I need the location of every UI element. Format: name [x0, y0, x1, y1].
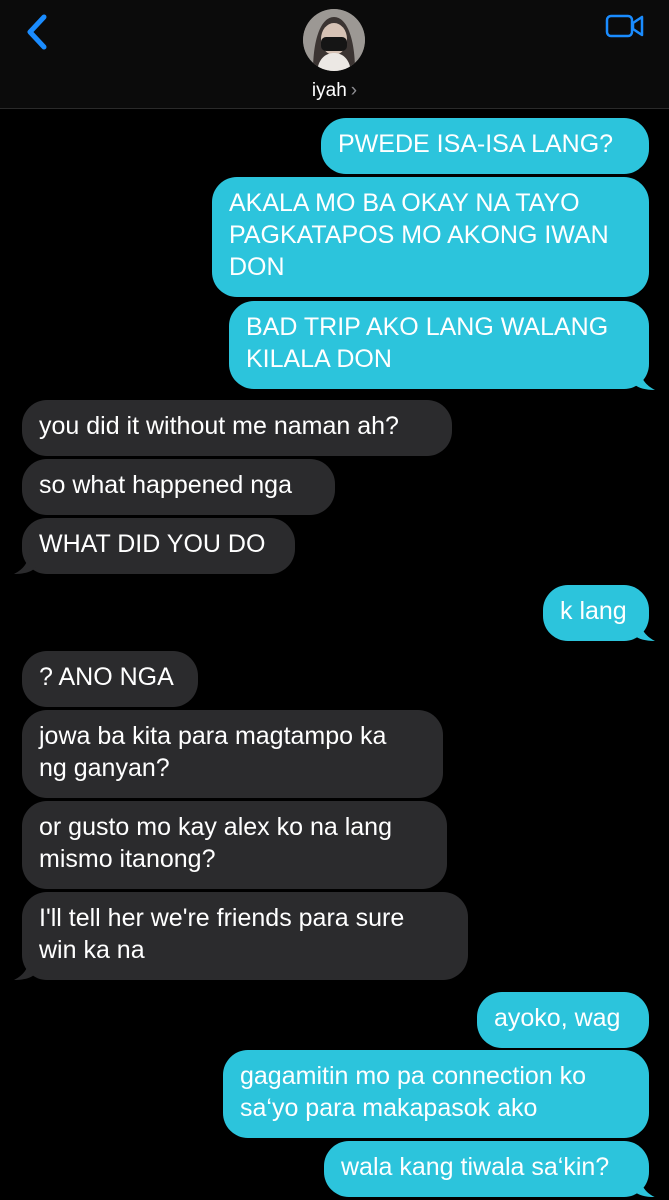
message-text-line: you did it without me naman ah? [39, 412, 399, 440]
message-text-line: PAGKATAPOS MO AKONG IWAN [229, 221, 609, 249]
message-text-line: ayoko, wag [494, 1004, 621, 1032]
message-text-line: KILALA DON [246, 345, 392, 373]
message-bubble[interactable]: or gusto mo kay alex ko na lang mismo it… [22, 801, 447, 889]
message-bubble[interactable]: ayoko, wag [477, 992, 649, 1048]
message-text-line: mismo itanong? [39, 845, 216, 873]
message-bubble[interactable]: you did it without me naman ah? [22, 400, 452, 456]
message-text-line: DON [229, 253, 285, 281]
bubble-tail [14, 547, 36, 574]
message-text-line: ? ANO NGA [39, 663, 174, 691]
message-text-line: k lang [560, 597, 627, 625]
message-bubble[interactable]: so what happened nga [22, 459, 335, 515]
message-bubble[interactable]: I'll tell her we're friends para sure wi… [22, 892, 468, 980]
message-bubble[interactable]: PWEDE ISA-ISA LANG? [321, 118, 649, 174]
bubble-tail [14, 953, 36, 980]
message-bubble[interactable]: jowa ba kita para magtampo ka ng ganyan? [22, 710, 443, 798]
message-bubble[interactable]: gagamitin mo pa connection ko sa‘yo para… [223, 1050, 649, 1138]
message-text-line: ng ganyan? [39, 754, 170, 782]
bubble-tail [633, 614, 655, 641]
message-text-line: jowa ba kita para magtampo ka [39, 722, 387, 750]
message-text-line: wala kang tiwala sa‘kin? [341, 1153, 610, 1181]
message-text-line: PWEDE ISA-ISA LANG? [338, 130, 614, 158]
message-thread: PWEDE ISA-ISA LANG? AKALA MO BA OKAY NA … [0, 0, 669, 1200]
message-text-line: WHAT DID YOU DO [39, 530, 266, 558]
bubble-tail [633, 363, 655, 390]
message-text-line: so what happened nga [39, 471, 292, 499]
message-bubble[interactable]: AKALA MO BA OKAY NA TAYO PAGKATAPOS MO A… [212, 177, 649, 297]
message-bubble[interactable]: wala kang tiwala sa‘kin? [324, 1141, 649, 1197]
bubble-tail [633, 1171, 655, 1198]
message-text-line: AKALA MO BA OKAY NA TAYO [229, 189, 580, 217]
message-text-line: I'll tell her we're friends para sure [39, 904, 405, 932]
message-bubble[interactable]: ? ANO NGA [22, 651, 198, 707]
message-text-line: or gusto mo kay alex ko na lang [39, 813, 392, 841]
message-text-line: gagamitin mo pa connection ko [240, 1062, 587, 1090]
message-bubble[interactable]: BAD TRIP AKO LANG WALANG KILALA DON [229, 301, 649, 389]
message-text-line: win ka na [39, 936, 145, 964]
message-bubble[interactable]: WHAT DID YOU DO [22, 518, 295, 574]
message-text-line: BAD TRIP AKO LANG WALANG [246, 313, 609, 341]
message-text-line: sa‘yo para makapasok ako [240, 1094, 538, 1122]
